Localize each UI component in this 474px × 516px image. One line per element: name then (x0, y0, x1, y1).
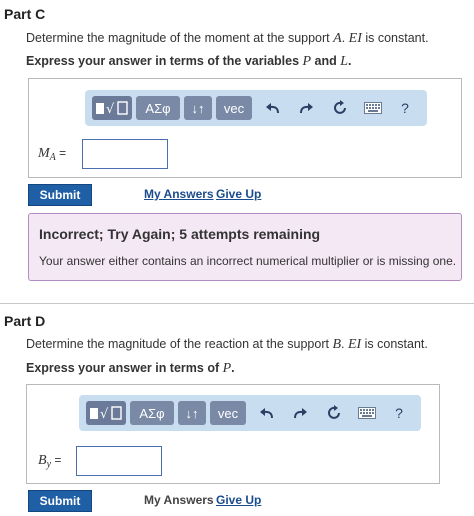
part-c-answer-box: √ ΑΣφ ↓↑ vec ? MA = (28, 78, 462, 178)
label-main: M (38, 146, 50, 161)
instruction-text: . (348, 54, 352, 68)
label-equals: = (51, 453, 62, 467)
label-equals: = (55, 146, 67, 160)
answer-input-ma[interactable] (82, 139, 168, 169)
question-variable: EI (348, 31, 362, 46)
svg-text:√: √ (106, 102, 115, 117)
question-variable: A (333, 31, 342, 46)
my-answers-link[interactable]: My Answers (144, 187, 214, 201)
undo-icon[interactable] (255, 401, 279, 425)
reset-icon[interactable] (322, 401, 346, 425)
instruction-text: and (311, 54, 341, 68)
give-up-link[interactable]: Give Up (216, 187, 261, 201)
question-text: is constant. (361, 31, 429, 45)
feedback-title: Incorrect; Try Again; 5 attempts remaini… (39, 226, 321, 242)
part-d-title: Part D (4, 313, 46, 329)
arrows-button[interactable]: ↓↑ (184, 96, 212, 120)
instruction-variable: P (222, 361, 232, 376)
instruction-text: . (231, 361, 235, 375)
question-text: Determine the magnitude of the moment at… (26, 31, 334, 45)
math-toolbar: √ ΑΣφ ↓↑ vec ? (79, 395, 421, 431)
question-text: . (341, 337, 348, 351)
part-c-title: Part C (4, 6, 46, 22)
redo-icon[interactable] (294, 96, 318, 120)
templates-button[interactable]: √ (86, 401, 126, 425)
answer-input-by[interactable] (76, 446, 162, 476)
greek-symbols-button[interactable]: ΑΣφ (136, 96, 180, 120)
label-main: B (38, 453, 47, 468)
instruction-text: Express your answer in terms of the vari… (26, 54, 303, 68)
answer-label: By = (38, 453, 61, 470)
part-d-question: Determine the magnitude of the reaction … (26, 337, 428, 353)
instruction-text: Express your answer in terms of (26, 361, 223, 375)
my-answers-text: My Answers (144, 493, 214, 507)
instruction-variable: P (302, 54, 312, 69)
answer-label: MA = (38, 146, 66, 163)
greek-symbols-button[interactable]: ΑΣφ (130, 401, 174, 425)
divider (0, 303, 474, 304)
math-toolbar: √ ΑΣφ ↓↑ vec ? (85, 90, 427, 126)
undo-icon[interactable] (261, 96, 285, 120)
help-icon[interactable]: ? (387, 401, 411, 425)
question-variable: EI (347, 337, 362, 352)
question-text: is constant. (361, 337, 428, 351)
part-c-instruction: Express your answer in terms of the vari… (26, 54, 352, 70)
templates-icon: √ (90, 406, 122, 422)
feedback-text: Your answer either contains an incorrect… (39, 254, 457, 268)
question-text: Determine the magnitude of the reaction … (26, 337, 333, 351)
templates-button[interactable]: √ (92, 96, 132, 120)
part-d-instruction: Express your answer in terms of P. (26, 361, 235, 377)
part-d-answer-box: √ ΑΣφ ↓↑ vec ? By = (26, 384, 440, 484)
redo-icon[interactable] (288, 401, 312, 425)
instruction-variable: L (340, 54, 349, 69)
reset-icon[interactable] (328, 96, 352, 120)
vector-button[interactable]: vec (210, 401, 246, 425)
keyboard-icon[interactable] (355, 401, 379, 425)
question-text: . (341, 31, 349, 45)
svg-text:√: √ (100, 407, 109, 422)
vector-button[interactable]: vec (216, 96, 252, 120)
submit-button[interactable]: Submit (28, 184, 92, 206)
question-variable: B (332, 337, 341, 352)
give-up-link[interactable]: Give Up (216, 493, 261, 507)
keyboard-icon[interactable] (361, 96, 385, 120)
help-icon[interactable]: ? (393, 96, 417, 120)
arrows-button[interactable]: ↓↑ (178, 401, 206, 425)
part-c-question: Determine the magnitude of the moment at… (26, 31, 429, 47)
submit-button[interactable]: Submit (28, 490, 92, 512)
templates-icon: √ (96, 101, 128, 117)
feedback-box: Incorrect; Try Again; 5 attempts remaini… (28, 213, 462, 281)
